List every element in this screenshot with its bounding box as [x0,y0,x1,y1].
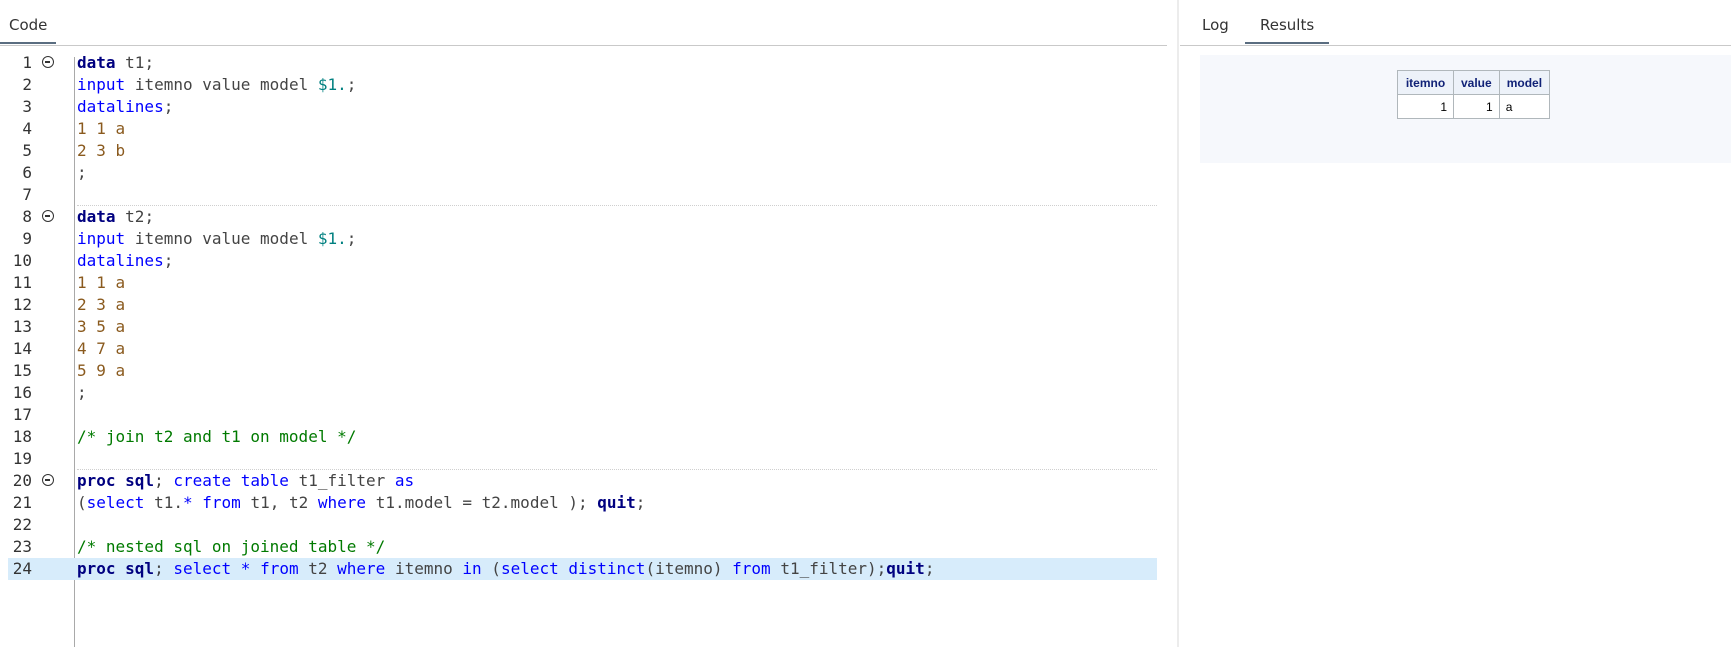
line-number: 9 [22,229,32,248]
code-line[interactable]: 5 2 3 b [0,140,1157,162]
line-number: 12 [12,295,32,314]
code-line[interactable]: 1 data t1; [0,52,1157,74]
line-number: 23 [12,537,32,556]
code-line[interactable]: 7 [0,184,1157,206]
code-text: /* join t2 and t1 on model */ [77,427,357,446]
code-text: ; [77,163,87,182]
cell-itemno: 1 [1397,94,1454,119]
code-text: datalines; [77,97,174,116]
line-number: 2 [22,75,32,94]
line-number: 5 [22,141,32,160]
cell-model: a [1498,94,1551,119]
code-text: 1 1 a [77,119,126,138]
line-number: 18 [12,427,32,446]
line-number: 19 [12,449,32,468]
code-line[interactable]: 12 2 3 a [0,294,1157,316]
results-header-row: itemno value model [1397,70,1551,95]
code-text: 2 3 b [77,141,126,160]
column-header-itemno: itemno [1397,70,1454,95]
code-text: 5 9 a [77,361,126,380]
code-line[interactable]: 13 3 5 a [0,316,1157,338]
code-line[interactable]: 16; [0,382,1157,404]
tab-code[interactable]: Code [0,0,57,44]
line-number: 10 [12,251,32,270]
line-number: 15 [12,361,32,380]
tab-log[interactable]: Log [1193,0,1238,44]
code-text: /* nested sql on joined table */ [77,537,386,556]
code-text: data t1; [77,53,155,72]
code-editor[interactable]: 1 data t1; 2 input itemno value model $1.; 3… [0,47,1167,647]
line-number: 4 [22,119,32,138]
code-line[interactable]: 17 [0,404,1157,426]
code-line[interactable]: 18 /* join t2 and t1 on model */ [0,426,1157,448]
collapse-block-icon[interactable] [42,56,54,68]
code-line[interactable]: 15 5 9 a [0,360,1157,382]
code-line[interactable]: 19 [0,448,1157,470]
line-number: 3 [22,97,32,116]
code-line[interactable]: 20 proc sql; create table t1_filter as [0,470,1157,492]
code-line[interactable]: 23 /* nested sql on joined table */ [0,536,1157,558]
code-text: ; [77,383,87,402]
column-header-value: value [1453,70,1500,95]
line-number: 6 [22,163,32,182]
code-line[interactable]: 24 proc sql; select * from t2 where itemn… [8,558,1157,580]
line-number: 8 [22,207,32,226]
code-text: 3 5 a [77,317,126,336]
code-line[interactable]: 22 [0,514,1157,536]
line-number: 14 [12,339,32,358]
code-line[interactable]: 14 4 7 a [0,338,1157,360]
collapse-block-icon[interactable] [42,474,54,486]
column-header-model: model [1498,70,1551,95]
line-number: 13 [12,317,32,336]
line-number: 7 [22,185,32,204]
code-line[interactable]: 4 1 1 a [0,118,1157,140]
line-number: 22 [12,515,32,534]
code-text: input itemno value model $1.; [77,75,357,94]
collapse-block-icon[interactable] [42,210,54,222]
results-table: itemno value model 1 1 a [1397,70,1551,119]
code-text: proc sql; create table t1_filter as [77,471,415,490]
code-text: datalines; [77,251,174,270]
line-number: 24 [12,559,32,578]
code-line[interactable]: 8 data t2; [0,206,1157,228]
results-viewer: itemno value model 1 1 a [1200,55,1731,163]
code-text: 4 7 a [77,339,126,358]
code-line[interactable]: 2 input itemno value model $1.; [0,74,1157,96]
code-line[interactable]: 3 datalines; [0,96,1157,118]
output-tabbar: Log Results [1180,0,1731,46]
table-row: 1 1 a [1397,94,1551,119]
code-text: 2 3 a [77,295,126,314]
code-text: 1 1 a [77,273,126,292]
code-line[interactable]: 21 (select t1.* from t1, t2 where t1.mode… [0,492,1157,514]
code-text: proc sql; select * from t2 where itemno … [77,559,935,578]
code-line[interactable]: 6; [0,162,1157,184]
line-number: 20 [12,471,32,490]
output-pane: Log Results itemno value model 1 1 a [1180,0,1731,647]
cell-value: 1 [1453,94,1500,119]
line-number: 1 [22,53,32,72]
line-number: 11 [12,273,32,292]
code-text: input itemno value model $1.; [77,229,357,248]
tab-results[interactable]: Results [1245,0,1330,44]
code-tabbar: Code [0,0,1167,46]
code-text: data t2; [77,207,155,226]
line-number: 16 [12,383,32,402]
code-line[interactable]: 11 1 1 a [0,272,1157,294]
code-line[interactable]: 9 input itemno value model $1.; [0,228,1157,250]
line-number: 17 [12,405,32,424]
pane-splitter[interactable] [1177,0,1179,647]
code-line[interactable]: 10 datalines; [0,250,1157,272]
code-pane: Code 1 data t1; 2 input itemno value model … [0,0,1167,647]
line-number: 21 [12,493,32,512]
code-text: (select t1.* from t1, t2 where t1.model … [77,493,646,512]
